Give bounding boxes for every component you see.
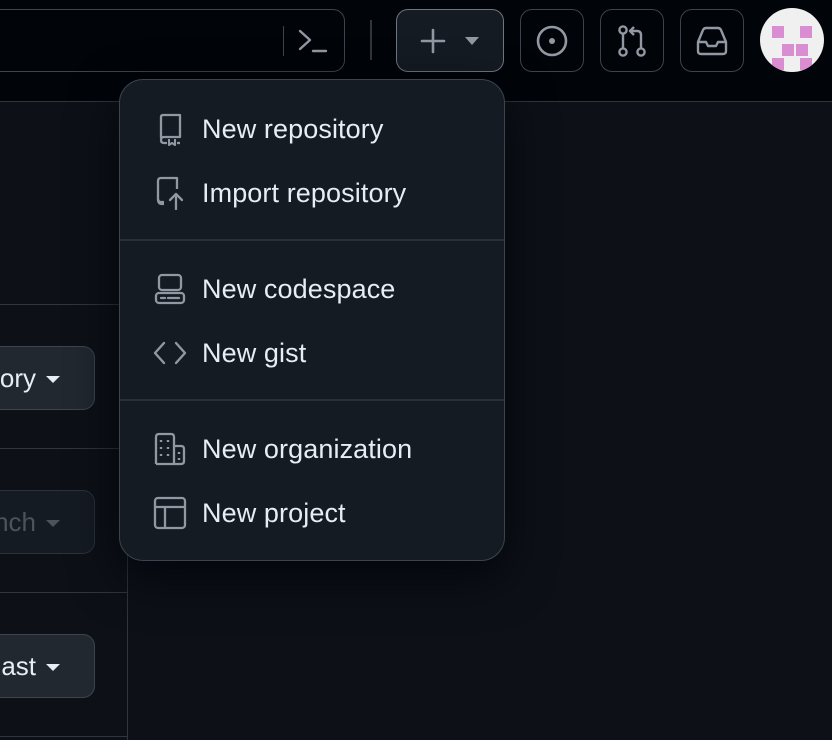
menu-item-label: New codespace xyxy=(202,273,396,304)
code-icon xyxy=(152,335,188,371)
menu-item-label: New repository xyxy=(202,113,384,144)
menu-item-new-repository[interactable]: New repository xyxy=(134,101,490,157)
command-palette-icon[interactable] xyxy=(297,26,329,56)
button-label: ast xyxy=(1,650,36,681)
header-divider xyxy=(370,20,372,60)
inbox-icon xyxy=(695,26,729,56)
menu-item-new-organization[interactable]: New organization xyxy=(134,421,490,477)
panel-divider xyxy=(0,448,128,449)
organization-icon xyxy=(152,431,188,467)
notifications-button[interactable] xyxy=(680,9,744,72)
codespaces-icon xyxy=(152,271,188,307)
repository-select-button[interactable]: ory xyxy=(0,346,95,410)
menu-item-import-repository[interactable]: Import repository xyxy=(134,165,490,221)
git-pull-request-icon xyxy=(616,24,648,58)
repo-icon xyxy=(152,111,188,147)
branch-select-button: nch xyxy=(0,490,95,554)
region-select-button[interactable]: ast xyxy=(0,634,95,698)
triangle-down-icon xyxy=(46,664,60,671)
left-panel: ory nch ast xyxy=(0,102,128,740)
menu-item-label: Import repository xyxy=(202,177,407,208)
button-label: ory xyxy=(0,362,36,393)
menu-divider xyxy=(120,399,504,401)
menu-item-label: New organization xyxy=(202,433,413,464)
menu-item-label: New project xyxy=(202,497,346,528)
panel-divider xyxy=(0,592,128,593)
menu-item-new-gist[interactable]: New gist xyxy=(134,325,490,381)
issue-opened-icon xyxy=(535,24,569,58)
create-new-button[interactable] xyxy=(396,9,504,72)
panel-divider xyxy=(0,736,128,737)
button-label: nch xyxy=(0,506,36,537)
triangle-down-icon xyxy=(46,376,60,383)
search-input[interactable] xyxy=(0,9,345,72)
issues-button[interactable] xyxy=(520,9,584,72)
page: ory nch ast New repository Import reposi… xyxy=(0,0,832,740)
table-icon xyxy=(152,495,188,531)
repo-push-icon xyxy=(152,175,188,211)
menu-divider xyxy=(120,239,504,241)
triangle-down-icon xyxy=(46,520,60,527)
menu-item-new-project[interactable]: New project xyxy=(134,485,490,541)
menu-item-new-codespace[interactable]: New codespace xyxy=(134,261,490,317)
panel-divider xyxy=(0,304,128,305)
triangle-down-icon xyxy=(464,36,480,46)
search-divider xyxy=(283,26,284,56)
menu-item-label: New gist xyxy=(202,337,307,368)
plus-icon xyxy=(420,28,446,54)
pull-requests-button[interactable] xyxy=(600,9,664,72)
create-new-menu: New repository Import repository New cod… xyxy=(119,79,505,561)
user-avatar[interactable] xyxy=(760,8,824,72)
